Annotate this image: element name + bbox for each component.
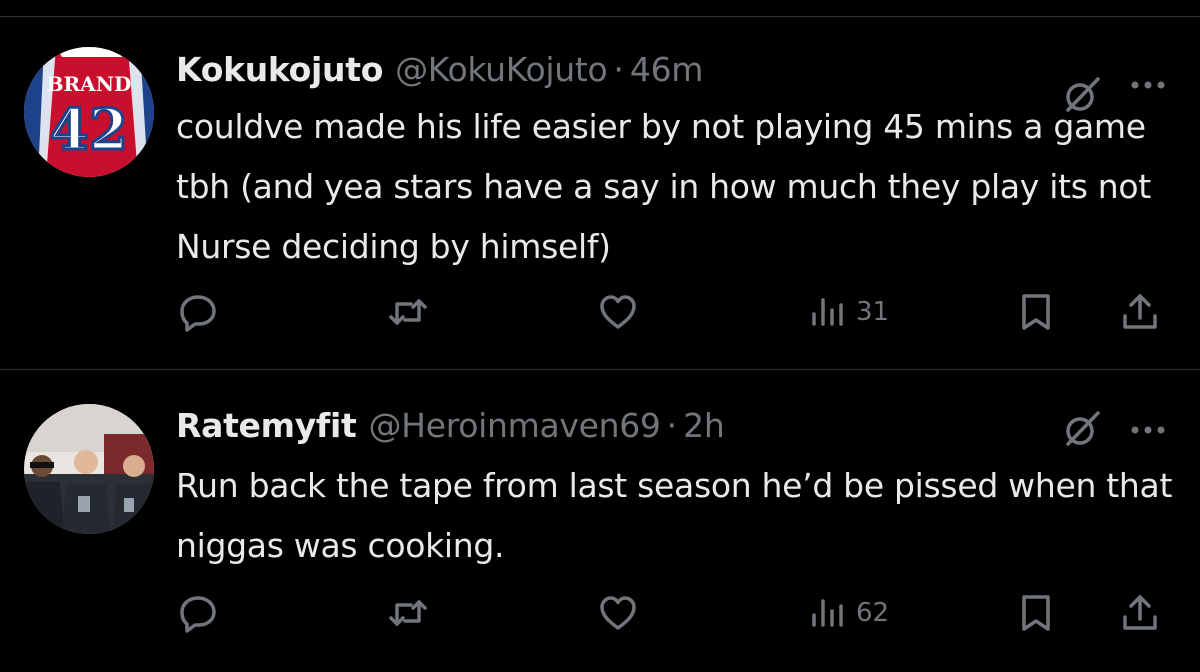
views-count: 62 — [856, 598, 890, 628]
tweet-header: Ratemyfit @Heroinmaven69 · 2h — [176, 400, 725, 450]
share-button[interactable] — [1118, 588, 1162, 638]
separator: · — [666, 405, 678, 445]
reply-button[interactable] — [176, 588, 220, 638]
share-button[interactable] — [1118, 287, 1162, 337]
reply-button[interactable] — [176, 287, 220, 337]
tweet[interactable]: BRAND 42 Kokukojuto @KokuKojuto · 46m co… — [0, 17, 1200, 369]
share-icon — [1123, 294, 1157, 329]
retweet-icon — [389, 600, 427, 626]
like-button[interactable] — [596, 588, 640, 638]
tweet-text: Run back the tape from last season he’d … — [176, 466, 1173, 565]
avatar[interactable] — [24, 404, 154, 534]
more-dots-icon[interactable] — [1126, 418, 1170, 442]
reply-icon — [180, 295, 216, 332]
avatar[interactable]: BRAND 42 — [24, 47, 154, 177]
views-count: 31 — [856, 297, 890, 327]
separator: · — [613, 49, 624, 89]
display-name[interactable]: Ratemyfit — [176, 406, 357, 445]
bookmark-button[interactable] — [1014, 287, 1058, 337]
heart-icon — [600, 295, 636, 329]
avatar-jersey-name: BRAND — [47, 72, 132, 96]
views-chart-icon — [812, 599, 843, 627]
heart-icon — [600, 596, 636, 630]
retweet-button[interactable] — [386, 588, 430, 638]
handle[interactable]: @Heroinmaven69 — [368, 406, 660, 445]
bookmark-icon — [1022, 294, 1050, 330]
handle[interactable]: @KokuKojuto — [395, 50, 608, 89]
tweet-actions: 62 — [0, 588, 1200, 638]
retweet-button[interactable] — [386, 287, 430, 337]
tweet-text: couldve made his life easier by not play… — [176, 107, 1151, 266]
views-button[interactable]: 62 — [806, 588, 889, 638]
retweet-icon — [389, 299, 427, 325]
like-button[interactable] — [596, 287, 640, 337]
avatar-jersey-number: 42 — [50, 97, 128, 163]
reply-icon — [180, 596, 216, 633]
views-chart-icon — [812, 298, 843, 326]
views-button[interactable]: 31 — [806, 287, 889, 337]
bookmark-icon — [1022, 595, 1050, 631]
tweet-actions: 31 — [0, 287, 1200, 337]
more-dots-icon[interactable] — [1126, 73, 1170, 97]
timestamp[interactable]: 46m — [630, 50, 704, 89]
bookmark-button[interactable] — [1014, 588, 1058, 638]
display-name[interactable]: Kokukojuto — [176, 50, 383, 89]
grok-icon[interactable] — [1060, 407, 1104, 451]
share-icon — [1123, 595, 1157, 630]
tweet-header: Kokukojuto @KokuKojuto · 46m — [176, 44, 703, 94]
timestamp[interactable]: 2h — [683, 406, 725, 445]
tweet[interactable]: Ratemyfit @Heroinmaven69 · 2h Run back t… — [0, 370, 1200, 672]
